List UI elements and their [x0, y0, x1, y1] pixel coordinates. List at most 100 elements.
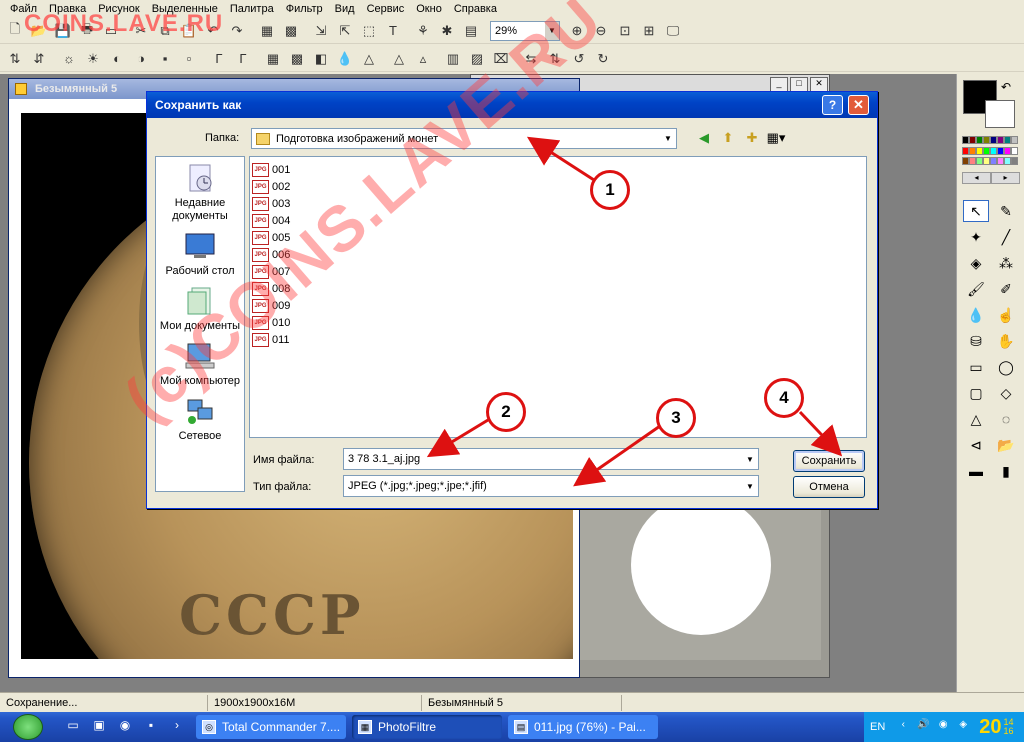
open-selection-icon[interactable]: 📂: [993, 434, 1019, 456]
swatch[interactable]: [1011, 146, 1018, 155]
chevron-down-icon[interactable]: ▼: [742, 482, 758, 491]
list-item[interactable]: JPG 004: [252, 212, 864, 229]
volume-icon[interactable]: 🔊: [915, 719, 931, 735]
menu-palette[interactable]: Палитра: [224, 0, 280, 18]
list-item[interactable]: JPG 007: [252, 263, 864, 280]
effects-icon[interactable]: ⚘: [412, 20, 434, 42]
blur-icon[interactable]: 💧: [334, 48, 356, 70]
gradient-icon[interactable]: ▥: [442, 48, 464, 70]
swatch[interactable]: [969, 146, 976, 155]
swatch[interactable]: [976, 157, 983, 166]
brush-icon[interactable]: 🖌: [963, 278, 989, 300]
place-my-computer[interactable]: Мой компьютер: [156, 335, 244, 388]
swatch[interactable]: [997, 136, 1004, 144]
emboss-icon[interactable]: ◧: [310, 48, 332, 70]
menu-view[interactable]: Вид: [329, 0, 361, 18]
new-folder-icon[interactable]: ✚: [741, 128, 763, 148]
menu-help[interactable]: Справка: [448, 0, 503, 18]
place-recent[interactable]: Недавние документы: [156, 157, 244, 223]
explorer-icon[interactable]: ▣: [90, 718, 108, 736]
swatch[interactable]: [1004, 136, 1011, 144]
actual-size-icon[interactable]: ⊡: [614, 20, 636, 42]
swatch[interactable]: [983, 157, 990, 166]
swatch[interactable]: [976, 146, 983, 155]
ellipse-icon[interactable]: ◯: [993, 356, 1019, 378]
swatch[interactable]: [962, 146, 969, 155]
image-size-icon[interactable]: ⇲: [310, 20, 332, 42]
close-button[interactable]: ✕: [848, 95, 869, 115]
swatch[interactable]: [990, 146, 997, 155]
place-network[interactable]: Сетевое: [156, 390, 244, 443]
swatch[interactable]: [969, 136, 976, 144]
menu-filter[interactable]: Фильтр: [280, 0, 329, 18]
plugin-icon[interactable]: ✱: [436, 20, 458, 42]
swatch[interactable]: [983, 146, 990, 155]
help-button[interactable]: ?: [822, 95, 843, 115]
show-desktop-icon[interactable]: ▭: [64, 718, 82, 736]
advanced-brush-icon[interactable]: ✐: [993, 278, 1019, 300]
chevron-right-icon[interactable]: ›: [168, 718, 186, 736]
tray-app-icon[interactable]: ◉: [935, 719, 951, 735]
mosaic-icon[interactable]: ▦: [262, 48, 284, 70]
window-icon[interactable]: ▤: [460, 20, 482, 42]
task-total-commander[interactable]: ◎ Total Commander 7....: [196, 715, 346, 739]
fill-bucket-icon[interactable]: ◈: [963, 252, 989, 274]
start-button[interactable]: [0, 712, 56, 742]
contrast-plus-icon[interactable]: ◑: [130, 48, 152, 70]
flip-horizontal-icon[interactable]: ⇆: [520, 48, 542, 70]
saturation-minus-icon[interactable]: ▪: [154, 48, 176, 70]
gamma-plus-icon[interactable]: Γ: [232, 48, 254, 70]
list-item[interactable]: JPG 005: [252, 229, 864, 246]
auto-levels-icon[interactable]: ⇅: [4, 48, 26, 70]
swatch[interactable]: [1004, 146, 1011, 155]
swatch[interactable]: [962, 136, 969, 144]
vertical-tool-icon[interactable]: ▮: [993, 460, 1019, 482]
clock-hours[interactable]: 20: [979, 716, 1001, 739]
tray-network-icon[interactable]: ◈: [955, 719, 971, 735]
swatch[interactable]: [1011, 136, 1018, 144]
rotate-left-icon[interactable]: ↺: [568, 48, 590, 70]
list-item[interactable]: JPG 009: [252, 297, 864, 314]
fullscreen-icon[interactable]: 🖵: [662, 20, 684, 42]
zoom-in-icon[interactable]: ⊕: [566, 20, 588, 42]
swatch[interactable]: [1004, 157, 1011, 166]
new-file-icon[interactable]: 🗋: [4, 20, 26, 42]
eyedropper-icon[interactable]: ✎: [993, 200, 1019, 222]
transparency-icon[interactable]: ▩: [280, 20, 302, 42]
magic-wand-icon[interactable]: ✦: [963, 226, 989, 248]
spray-icon[interactable]: ⁂: [993, 252, 1019, 274]
contrast-minus-icon[interactable]: ◐: [106, 48, 128, 70]
task-photofiltre[interactable]: ▦ PhotoFiltre: [352, 715, 502, 739]
cancel-button[interactable]: Отмена: [793, 476, 865, 498]
clock-minutes[interactable]: 14 16: [1004, 718, 1014, 736]
hand-icon[interactable]: ✋: [993, 330, 1019, 352]
swatch[interactable]: [990, 157, 997, 166]
list-item[interactable]: JPG 006: [252, 246, 864, 263]
swatch[interactable]: [962, 157, 969, 166]
chevron-down-icon[interactable]: ▼: [742, 455, 758, 464]
menu-window[interactable]: Окно: [410, 0, 448, 18]
blur-drop-icon[interactable]: 💧: [963, 304, 989, 326]
swap-colors-icon[interactable]: ↶: [1001, 80, 1011, 94]
swatch[interactable]: [969, 157, 976, 166]
language-indicator[interactable]: EN: [870, 721, 885, 733]
color-swatches[interactable]: [962, 136, 1022, 168]
swatch[interactable]: [997, 157, 1004, 166]
view-menu-icon[interactable]: ▦▾: [765, 128, 787, 148]
palette-prev-icon[interactable]: ◂: [962, 172, 991, 184]
opera-icon[interactable]: ◉: [116, 718, 134, 736]
filetype-select[interactable]: JPEG (*.jpg;*.jpeg;*.jpe;*.jfif) ▼: [343, 475, 759, 497]
auto-contrast-icon[interactable]: ⇵: [28, 48, 50, 70]
selection-tool-icon[interactable]: ↖: [963, 200, 989, 222]
canvas-size-icon[interactable]: ⇱: [334, 20, 356, 42]
horizontal-tool-icon[interactable]: ▬: [963, 460, 989, 482]
flip-vertical-icon[interactable]: ⇅: [544, 48, 566, 70]
file-list[interactable]: JPG 001 JPG 002 JPG 003 JPG 004 JPG 005 JPG 00…: [249, 156, 867, 438]
triangle-icon[interactable]: △: [963, 408, 989, 430]
list-item[interactable]: JPG 011: [252, 331, 864, 348]
rectangle-icon[interactable]: ▭: [963, 356, 989, 378]
grid-icon[interactable]: ▦: [256, 20, 278, 42]
list-item[interactable]: JPG 003: [252, 195, 864, 212]
gamma-minus-icon[interactable]: Γ: [208, 48, 230, 70]
swatch[interactable]: [983, 136, 990, 144]
